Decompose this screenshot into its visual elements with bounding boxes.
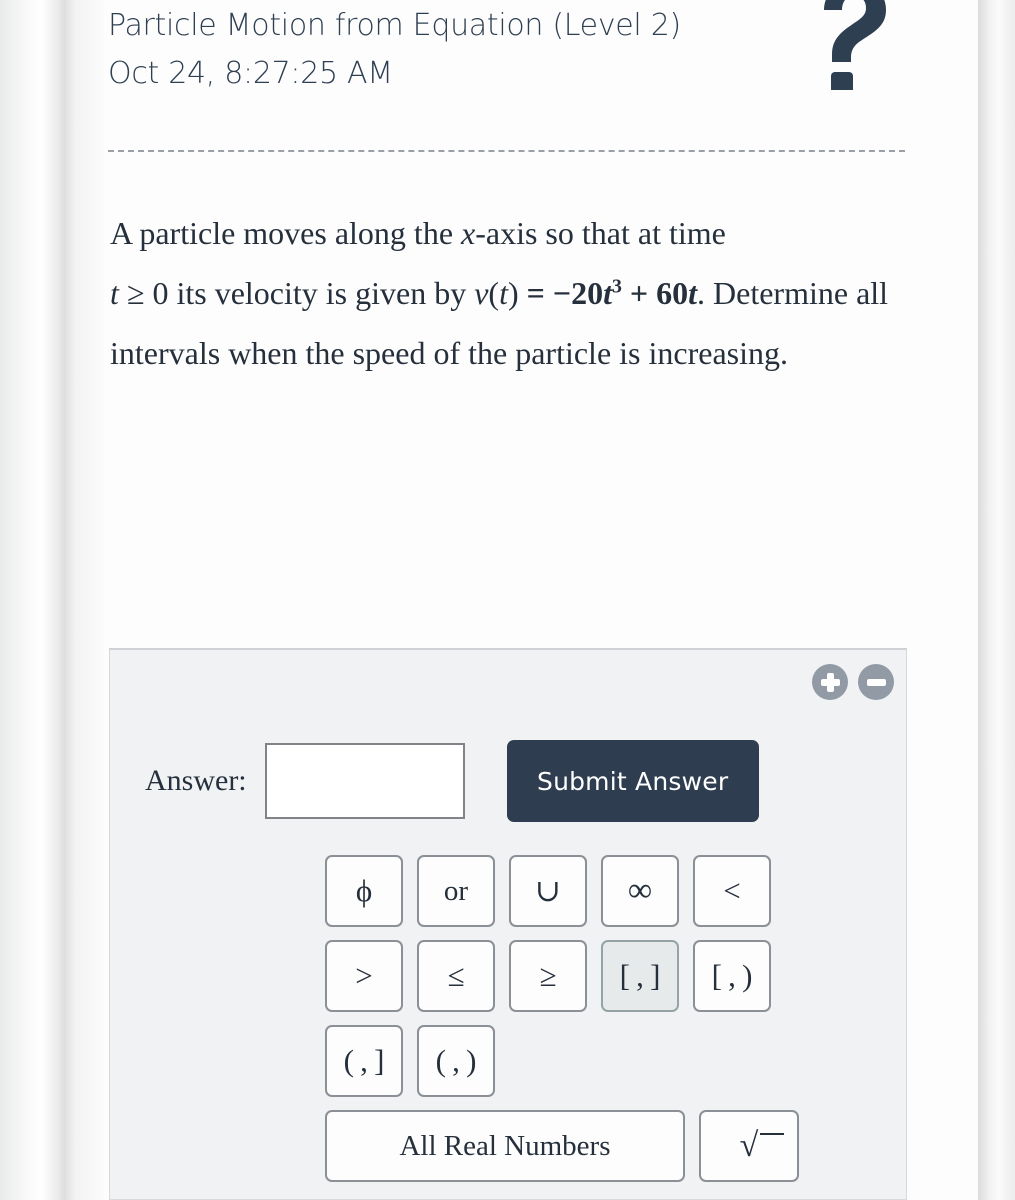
- header-timestamp: Oct 24, 8:27:25 AM: [108, 56, 393, 91]
- keypad-key-open-interval[interactable]: ( , ): [417, 1025, 495, 1097]
- question-part-3: ≥ 0 its velocity is given by: [118, 275, 475, 311]
- question-part-1: A particle moves along the: [110, 215, 462, 251]
- keypad-key-half-open-interval-right[interactable]: [ , ): [693, 940, 771, 1012]
- equation-open-paren: (: [488, 275, 500, 311]
- keypad-key-closed-interval[interactable]: [ , ]: [601, 940, 679, 1012]
- equation-tail-variable: t: [688, 275, 698, 311]
- plus-circle-icon: [820, 672, 840, 692]
- zoom-in-button[interactable]: [812, 664, 848, 700]
- equation-function-name: v: [474, 275, 489, 311]
- question-variable-x: x: [461, 215, 476, 251]
- header-title-block: Particle Motion from Equation (Level 2) …: [108, 2, 788, 98]
- symbol-keypad: ϕ or ∪ ∞ < > ≤ ≥[ , ][ , ) ( , ]( , ) All Real Nu…: [325, 855, 895, 1195]
- keypad-key-or[interactable]: or: [417, 855, 495, 927]
- content-card: Particle Motion from Equation (Level 2) …: [104, 0, 978, 1200]
- zoom-out-button[interactable]: [858, 664, 894, 700]
- keypad-key-union[interactable]: ∪: [509, 855, 587, 927]
- answer-input[interactable]: [264, 743, 465, 819]
- keypad-row: > ≤ ≥[ , ][ , ): [325, 940, 895, 1012]
- keypad-key-all-real-numbers[interactable]: All Real Numbers: [325, 1110, 685, 1182]
- question-text: A particle moves along the x-axis so tha…: [110, 203, 900, 383]
- equation-base: t: [603, 275, 612, 311]
- question-part-2: -axis so that at time: [475, 215, 726, 251]
- answer-row: Answer: Submit Answer: [110, 740, 908, 822]
- equation-argument: t: [499, 275, 508, 311]
- equation-exponent: 3: [611, 275, 622, 298]
- keypad-key-greater-than[interactable]: >: [325, 940, 403, 1012]
- keypad-key-less-than-or-equal[interactable]: ≤: [417, 940, 495, 1012]
- equation-close-paren: ): [507, 275, 519, 311]
- minus-circle-icon: [866, 673, 886, 692]
- question-mark-icon: [804, 0, 894, 90]
- question-variable-t: t: [110, 275, 119, 311]
- page-title: Particle Motion from Equation (Level 2): [108, 8, 681, 43]
- equation-equals-coefficient: = −20: [518, 275, 604, 311]
- header-divider: [108, 150, 905, 152]
- keypad-key-half-open-interval-left[interactable]: ( , ]: [325, 1025, 403, 1097]
- answer-panel: Answer: Submit Answer ϕ or ∪ ∞ < > ≤ ≥[ , ][ , …: [109, 648, 907, 1200]
- keypad-row: ( , ]( , ): [325, 1025, 895, 1097]
- keypad-key-empty-set[interactable]: ϕ: [325, 855, 403, 927]
- keypad-row: All Real Numbers √: [325, 1110, 895, 1182]
- zoom-controls: [812, 664, 894, 700]
- keypad-key-less-than[interactable]: <: [693, 855, 771, 927]
- submit-answer-button[interactable]: Submit Answer: [506, 740, 759, 822]
- equation-plus-term: + 60: [621, 275, 689, 311]
- keypad-key-greater-than-or-equal[interactable]: ≥: [509, 940, 587, 1012]
- keypad-row: ϕ or ∪ ∞ <: [325, 855, 895, 927]
- page-gutter-right: [978, 0, 1015, 1200]
- page-frame: Particle Motion from Equation (Level 2) …: [0, 0, 1015, 1200]
- answer-label: Answer:: [145, 764, 247, 797]
- keypad-key-square-root[interactable]: √: [699, 1110, 799, 1182]
- page-gutter-left: [0, 0, 104, 1200]
- keypad-key-infinity[interactable]: ∞: [601, 855, 679, 927]
